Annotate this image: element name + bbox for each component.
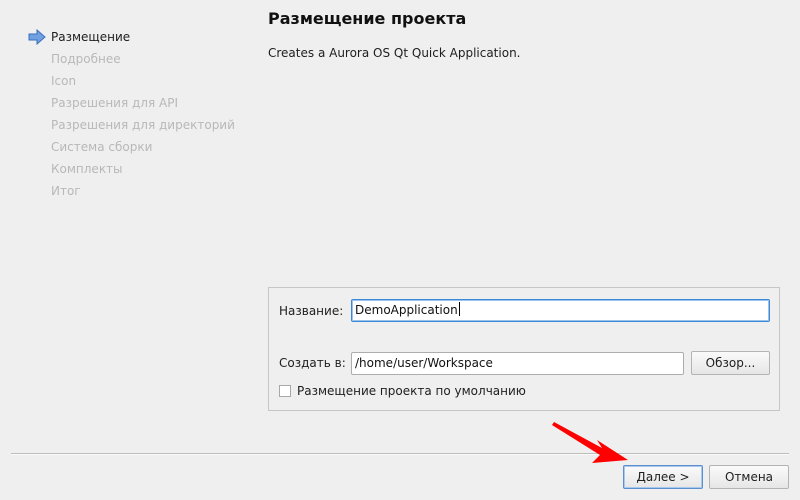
default-location-checkbox[interactable] [279,385,291,397]
step-label: Размещение [51,30,131,44]
name-input-value: DemoApplication [355,303,458,317]
current-step-arrow-icon [28,29,46,45]
step-directory-permissions: Разрешения для директорий [28,117,258,139]
path-input-value: /home/user/Workspace [355,356,493,370]
step-kits: Комплекты [28,161,258,183]
step-placement: Размещение [28,29,258,51]
browse-button[interactable]: Обзор... [691,351,770,375]
text-caret [458,302,460,316]
create-in-label: Создать в: [279,356,346,370]
next-button[interactable]: Далее > [623,465,703,489]
step-label: Разрешения для директорий [51,118,235,132]
page-description: Creates a Aurora OS Qt Quick Application… [268,46,521,60]
cancel-button[interactable]: Отмена [709,465,789,489]
name-input[interactable]: DemoApplication [351,299,770,322]
step-api-permissions: Разрешения для API [28,95,258,117]
project-location-form: Название: DemoApplication Создать в: /ho… [268,287,780,411]
page-title: Размещение проекта [268,9,467,28]
step-details: Подробнее [28,51,258,73]
red-pointer-arrow-icon [552,422,628,463]
step-label: Разрешения для API [51,96,178,110]
step-label: Icon [51,74,77,88]
name-label: Название: [279,304,344,318]
step-label: Подробнее [51,52,121,66]
step-icon: Icon [28,73,258,95]
footer-separator-highlight [11,454,789,455]
path-input[interactable]: /home/user/Workspace [351,352,684,375]
default-location-label: Размещение проекта по умолчанию [297,384,526,398]
wizard-steps: Размещение Подробнее Icon Разрешения для… [28,29,258,205]
step-build-system: Система сборки [28,139,258,161]
step-label: Комплекты [51,162,123,176]
step-label: Система сборки [51,140,153,154]
step-label: Итог [51,184,81,198]
step-summary: Итог [28,183,258,205]
